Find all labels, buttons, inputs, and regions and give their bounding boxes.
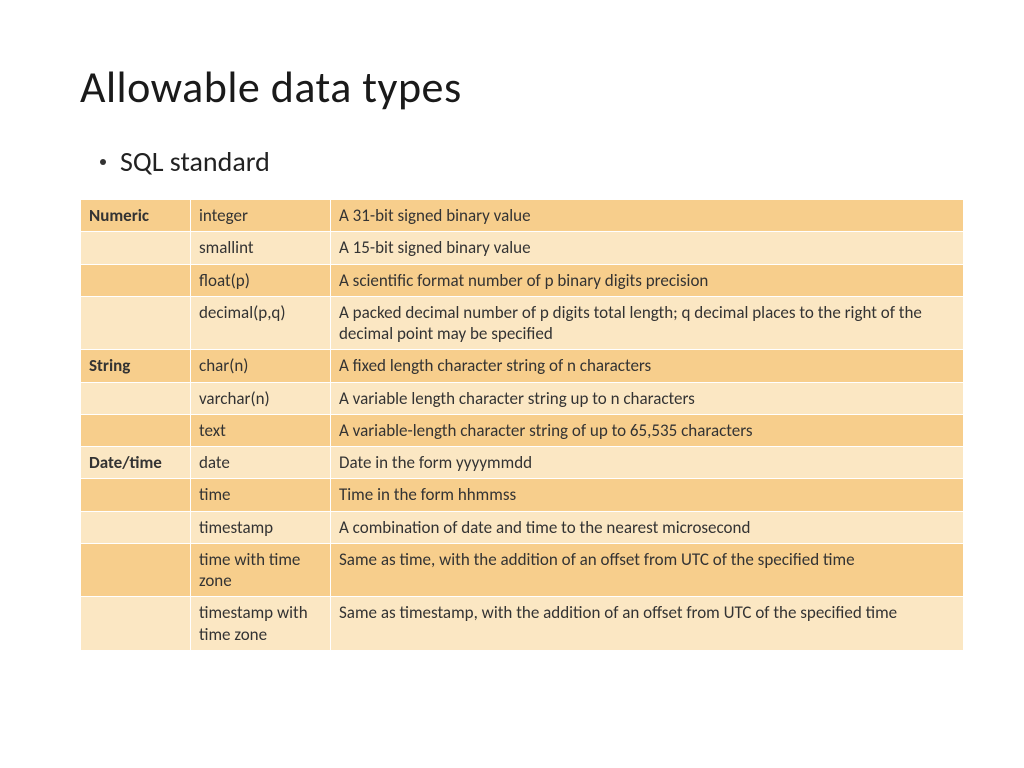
type-cell: date [191,447,331,479]
description-cell: A packed decimal number of p digits tota… [331,296,964,350]
type-cell: integer [191,200,331,232]
table-row: decimal(p,q)A packed decimal number of p… [81,296,964,350]
category-cell [81,414,191,446]
type-cell: smallint [191,232,331,264]
table-row: NumericintegerA 31-bit signed binary val… [81,200,964,232]
table-row: smallintA 15-bit signed binary value [81,232,964,264]
description-cell: A 15-bit signed binary value [331,232,964,264]
bullet-dot-icon [100,159,106,165]
table-row: timeTime in the form hhmmss [81,479,964,511]
table-row: float(p)A scientific format number of p … [81,264,964,296]
description-cell: Time in the form hhmmss [331,479,964,511]
category-cell [81,479,191,511]
table-row: time with time zoneSame as time, with th… [81,543,964,597]
bullet-text: SQL standard [120,144,270,179]
type-cell: text [191,414,331,446]
type-cell: varchar(n) [191,382,331,414]
category-cell: String [81,350,191,382]
table-row: Stringchar(n)A fixed length character st… [81,350,964,382]
description-cell: Same as timestamp, with the addition of … [331,597,964,651]
category-cell [81,232,191,264]
description-cell: Same as time, with the addition of an of… [331,543,964,597]
slide: Allowable data types SQL standard Numeri… [0,0,1024,691]
table-row: timestampA combination of date and time … [81,511,964,543]
category-cell [81,264,191,296]
category-cell [81,597,191,651]
category-cell [81,296,191,350]
description-cell: A 31-bit signed binary value [331,200,964,232]
type-cell: time [191,479,331,511]
description-cell: A scientific format number of p binary d… [331,264,964,296]
category-cell: Numeric [81,200,191,232]
datatype-table: NumericintegerA 31-bit signed binary val… [80,199,964,651]
type-cell: char(n) [191,350,331,382]
type-cell: decimal(p,q) [191,296,331,350]
description-cell: A variable-length character string of up… [331,414,964,446]
category-cell [81,543,191,597]
type-cell: timestamp [191,511,331,543]
description-cell: A variable length character string up to… [331,382,964,414]
type-cell: float(p) [191,264,331,296]
bullet-item: SQL standard [100,144,964,179]
description-cell: A fixed length character string of n cha… [331,350,964,382]
type-cell: timestamp with time zone [191,597,331,651]
slide-title: Allowable data types [80,60,964,114]
table-row: varchar(n)A variable length character st… [81,382,964,414]
table-row: timestamp with time zoneSame as timestam… [81,597,964,651]
type-cell: time with time zone [191,543,331,597]
table-row: textA variable-length character string o… [81,414,964,446]
category-cell: Date/time [81,447,191,479]
description-cell: A combination of date and time to the ne… [331,511,964,543]
category-cell [81,382,191,414]
description-cell: Date in the form yyyymmdd [331,447,964,479]
category-cell [81,511,191,543]
table-row: Date/timedateDate in the form yyyymmdd [81,447,964,479]
